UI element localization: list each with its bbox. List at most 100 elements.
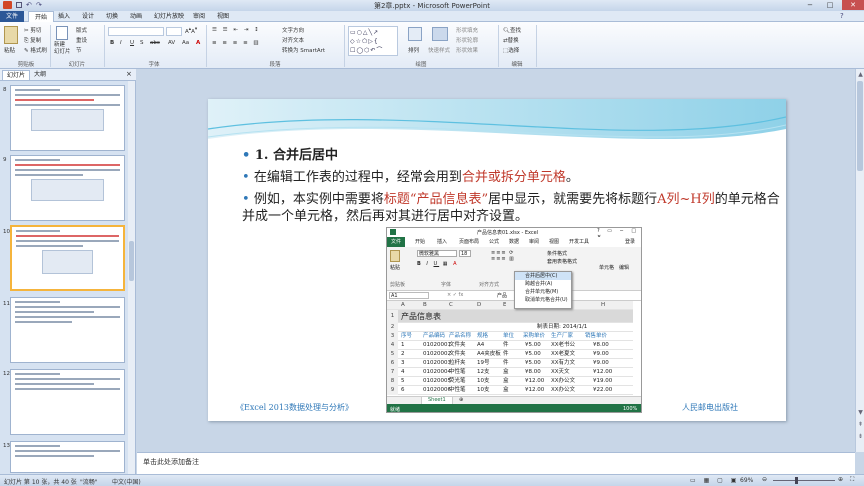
paste-button[interactable]: 粘贴 [4, 46, 15, 54]
shape-fill-button[interactable]: 形状填充 [456, 26, 478, 34]
editor-scrollbar[interactable]: ▲ ▼ ⇞ ⇟ [855, 69, 864, 452]
align-text-button[interactable]: 对齐文本 [282, 36, 304, 44]
zoom-slider[interactable] [773, 480, 835, 481]
excel-row: 1 产品信息表 [387, 310, 633, 323]
shapes-gallery[interactable]: ▭○△╲↗ ◇☆⬠▷{☐◯⬡↶⌒ [348, 26, 398, 56]
view-buttons[interactable]: ▭ ▦ ▢ ▣ [690, 477, 739, 484]
excel-font-buttons: B I U ▦ A [417, 261, 459, 267]
quick-styles-button[interactable]: 快速样式 [428, 46, 450, 54]
minimize-button[interactable]: − [800, 0, 820, 10]
divider [536, 25, 537, 67]
tab-design[interactable]: 设计 [76, 11, 100, 22]
zoom-out-icon[interactable]: ⊖ [762, 476, 767, 483]
scroll-thumb[interactable] [857, 81, 863, 171]
zoom-level[interactable]: 69% [740, 477, 753, 484]
notes-pane[interactable]: 单击此处添加备注 [137, 452, 855, 474]
prev-slide-icon[interactable]: ⇞ [856, 421, 864, 428]
data-cell: 10支 [477, 378, 490, 384]
scroll-up-icon[interactable]: ▲ [856, 71, 864, 78]
data-cell: ¥12.00 [593, 369, 613, 375]
tab-insert[interactable]: 插入 [52, 11, 76, 22]
quick-styles-icon[interactable] [432, 27, 448, 41]
maximize-button[interactable]: □ [820, 0, 840, 10]
next-slide-icon[interactable]: ⇟ [856, 433, 864, 440]
tab-file[interactable]: 文件 [0, 11, 24, 22]
change-case-icon[interactable]: Aa [182, 40, 189, 46]
shape-effects-button[interactable]: 形状效果 [456, 46, 478, 54]
fit-slide-icon[interactable]: ⛶ [850, 476, 854, 484]
list-buttons[interactable]: ☰ ☰ ⇤ ⇥ ↕ [212, 27, 261, 33]
find-button[interactable]: 🔍︎查找 [503, 26, 521, 34]
tab-home[interactable]: 开始 [28, 11, 55, 22]
group-slides-label: 幻灯片 [68, 62, 86, 68]
replace-label: 替换 [507, 38, 519, 44]
excel-grid: A B C D E F G H 1 产品信息表 2 制表日期: 2014/1/1 [387, 301, 633, 397]
data-cell: 1 [401, 342, 405, 348]
theme-name: "流畅" [80, 479, 98, 486]
align-buttons[interactable]: ≡ ≡ ≡ ≡ ▥ [212, 40, 261, 46]
slide-thumbnail-9[interactable] [10, 155, 125, 221]
col-h: H [601, 302, 606, 308]
slide-thumbnail-8[interactable] [10, 85, 125, 151]
bold-icon[interactable]: B [110, 40, 114, 46]
cut-button[interactable]: ✂ 剪切 [24, 26, 41, 34]
row-number: 7 [387, 368, 398, 377]
new-slide-button[interactable]: 新建 幻灯片 [54, 42, 71, 56]
data-cell: ¥9.00 [593, 360, 609, 366]
format-painter-button[interactable]: ✎ 格式刷 [24, 46, 47, 54]
scroll-down-icon[interactable]: ▼ [856, 409, 864, 416]
slide[interactable]: • 1. 合并后居中 • 在编辑工作表的过程中，经常会用到合并或拆分单元格。 •… [208, 99, 786, 421]
convert-smartart-button[interactable]: 转换为 SmartArt [282, 46, 325, 54]
zoom-slider-handle[interactable] [795, 477, 798, 484]
tab-view[interactable]: 视图 [211, 11, 235, 22]
char-spacing-icon[interactable]: AV [168, 40, 175, 46]
data-cell: XX老夏文 [551, 351, 576, 357]
slide-thumbnail-11[interactable] [10, 297, 125, 363]
excel-edit-group: 编辑 [619, 265, 630, 271]
data-cell: 2 [401, 351, 405, 357]
data-cell: 件 [503, 342, 509, 348]
reset-button[interactable]: 重设 [76, 36, 87, 44]
close-button[interactable]: ✕ [842, 0, 864, 10]
slide-thumbnail-12[interactable] [10, 369, 125, 435]
font-color-icon[interactable]: A [196, 40, 200, 46]
paste-icon[interactable] [4, 26, 18, 44]
table-title-cell: 产品信息表 [401, 312, 441, 321]
date-cell: 制表日期: 2014/1/1 [537, 324, 588, 330]
strikethrough-icon[interactable]: abc [150, 40, 160, 46]
tab-outline[interactable]: 大纲 [30, 70, 50, 80]
scroll-thumb[interactable] [129, 241, 134, 281]
arrange-icon[interactable] [408, 27, 422, 41]
close-panel-icon[interactable]: × [126, 70, 132, 78]
font-size-select[interactable] [166, 27, 182, 36]
tab-slides[interactable]: 幻灯片 [2, 70, 31, 80]
new-slide-icon[interactable] [56, 26, 68, 40]
help-icon[interactable]: ? [840, 12, 844, 20]
language-indicator[interactable]: 中文(中国) [112, 477, 141, 486]
layout-button[interactable]: 版式 [76, 26, 87, 34]
arrange-button[interactable]: 排列 [408, 46, 419, 54]
tab-slideshow[interactable]: 幻灯片放映 [148, 11, 190, 22]
replace-button[interactable]: ⇄替换 [503, 36, 519, 44]
tab-review[interactable]: 审阅 [187, 11, 211, 22]
underline-icon[interactable]: U [130, 40, 134, 46]
slide-thumbnail-13[interactable] [10, 441, 125, 473]
section-button[interactable]: 节 [76, 46, 82, 54]
grow-font-icon[interactable]: A▴A▾ [185, 27, 197, 35]
slide-thumbnail-10[interactable] [10, 225, 125, 291]
copy-button[interactable]: ⎘ 复制 [24, 36, 41, 45]
select-button[interactable]: ⬚选择 [503, 46, 519, 54]
zoom-in-icon[interactable]: ⊕ [838, 476, 843, 483]
scissors-icon: ✂ [24, 28, 29, 34]
italic-icon[interactable]: I [120, 40, 122, 46]
tab-animations[interactable]: 动画 [124, 11, 148, 22]
row-number: 1 [387, 310, 398, 323]
shape-outline-button[interactable]: 形状轮廓 [456, 36, 478, 44]
shadow-icon[interactable]: S [140, 40, 144, 46]
tab-transitions[interactable]: 切换 [100, 11, 124, 22]
excel-align-group: 对齐方式 [479, 282, 500, 288]
panel-scrollbar[interactable] [128, 81, 135, 474]
font-name-select[interactable] [108, 27, 164, 36]
data-cell: XX有力文 [551, 360, 576, 366]
text-direction-button[interactable]: 文字方向 [282, 26, 304, 34]
